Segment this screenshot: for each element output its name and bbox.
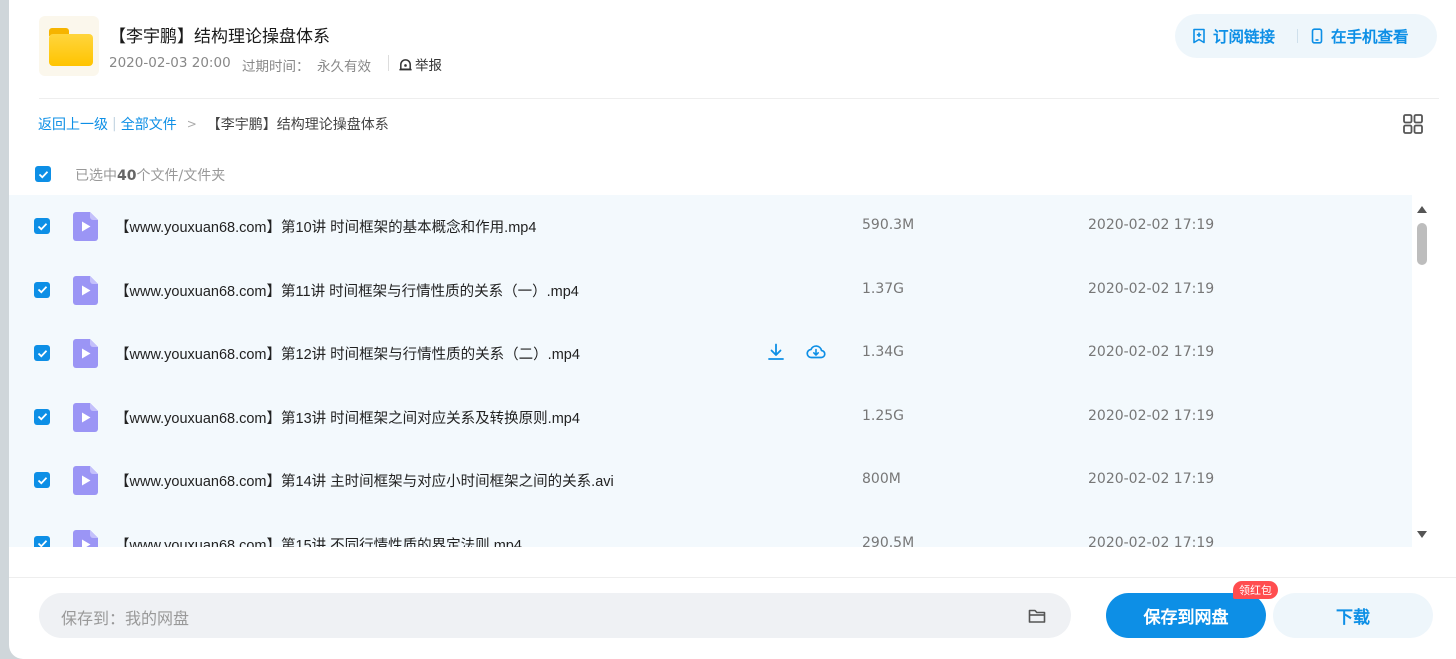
file-size: 800M: [862, 471, 901, 487]
subscribe-icon: [1193, 28, 1205, 44]
phone-icon: [1311, 28, 1323, 44]
file-checkbox[interactable]: [34, 408, 50, 425]
file-date: 2020-02-02 17:19: [1088, 471, 1215, 487]
checkmark-icon: [38, 170, 48, 178]
file-size: 590.3M: [862, 217, 915, 233]
share-panel: 【李宇鹏】结构理论操盘体系 2020-02-03 20:00 过期时间： 永久有…: [9, 0, 1456, 659]
grid-view-icon[interactable]: [1402, 113, 1424, 135]
save-to-cloud-icon[interactable]: [806, 342, 826, 362]
scrollbar-thumb[interactable]: [1417, 223, 1427, 265]
file-size: 290.5M: [862, 534, 915, 548]
file-date: 2020-02-02 17:19: [1088, 217, 1215, 233]
report-label: 举报: [415, 58, 442, 74]
file-size: 1.37G: [862, 280, 905, 297]
checkmark-icon: [37, 540, 47, 547]
selection-count: 已选中40个文件/文件夹: [75, 165, 225, 185]
video-file-icon: [73, 402, 98, 432]
header-divider: [39, 98, 1439, 99]
all-files-link[interactable]: 全部文件: [121, 114, 177, 134]
file-date: 2020-02-02 17:19: [1088, 407, 1215, 424]
subscribe-label: 订阅链接: [1213, 28, 1276, 46]
file-checkbox[interactable]: [34, 345, 50, 361]
share-date: 2020-02-03 20:00: [109, 55, 231, 71]
file-row[interactable]: 【www.youxuan68.com】第11讲 时间框架与行情性质的关系（一）.…: [9, 259, 1412, 323]
expire-label: 过期时间：: [242, 59, 310, 75]
file-name[interactable]: 【www.youxuan68.com】第13讲 时间框架之间对应关系及转换原则.…: [115, 407, 580, 428]
file-row[interactable]: 【www.youxuan68.com】第12讲 时间框架与行情性质的关系（二）.…: [9, 322, 1412, 386]
video-file-icon: [73, 212, 98, 241]
video-file-icon: [73, 466, 98, 495]
file-row[interactable]: 【www.youxuan68.com】第14讲 主时间框架与对应小时间框架之间的…: [9, 449, 1412, 513]
scroll-down-arrow-icon[interactable]: [1416, 530, 1428, 540]
save-path-label: 保存到：我的网盘: [61, 609, 190, 628]
video-file-icon: [73, 339, 98, 368]
file-date: 2020-02-02 17:19: [1088, 280, 1215, 297]
expire-value: 永久有效: [317, 59, 371, 75]
top-actions-divider: [1297, 29, 1298, 43]
file-size: 1.25G: [862, 407, 905, 424]
file-name[interactable]: 【www.youxuan68.com】第15讲 不同行情性质的界定法则.mp4: [115, 534, 522, 548]
file-checkbox[interactable]: [34, 535, 50, 547]
breadcrumb-current: 【李宇鹏】结构理论操盘体系: [206, 117, 389, 133]
mobile-label: 在手机查看: [1331, 28, 1409, 46]
file-name[interactable]: 【www.youxuan68.com】第11讲 时间框架与行情性质的关系（一）.…: [115, 280, 579, 301]
file-checkbox[interactable]: [34, 472, 50, 488]
folder-picker-icon[interactable]: [1027, 606, 1047, 626]
breadcrumb-separator: |: [112, 116, 117, 132]
file-row[interactable]: 【www.youxuan68.com】第13讲 时间框架之间对应关系及转换原则.…: [9, 386, 1412, 450]
video-file-icon: [73, 275, 98, 305]
file-name[interactable]: 【www.youxuan68.com】第10讲 时间框架的基本概念和作用.mp4: [115, 216, 536, 237]
meta-divider: [388, 55, 389, 71]
alarm-icon: [399, 58, 412, 70]
share-title: 【李宇鹏】结构理论操盘体系: [109, 27, 330, 47]
file-list[interactable]: 【www.youxuan68.com】第10讲 时间框架的基本概念和作用.mp4…: [9, 195, 1412, 547]
scroll-up-arrow-icon[interactable]: [1416, 204, 1428, 214]
video-file-icon: [73, 529, 98, 547]
download-icon[interactable]: [766, 342, 786, 362]
report-button[interactable]: 举报: [398, 54, 442, 74]
selection-prefix: 已选中: [75, 168, 117, 184]
file-date: 2020-02-02 17:19: [1088, 534, 1215, 548]
checkmark-icon: [37, 349, 47, 357]
file-name[interactable]: 【www.youxuan68.com】第12讲 时间框架与行情性质的关系（二）.…: [115, 343, 580, 364]
checkmark-icon: [37, 286, 47, 294]
checkmark-icon: [37, 222, 47, 230]
selection-number: 40: [117, 168, 137, 184]
download-button[interactable]: 下载: [1273, 593, 1433, 638]
select-all-checkbox[interactable]: [35, 166, 51, 182]
breadcrumb: 返回上一级 | 全部文件 > 【李宇鹏】结构理论操盘体系: [38, 114, 389, 134]
checkmark-icon: [37, 476, 47, 484]
red-packet-badge[interactable]: 领红包: [1233, 581, 1278, 599]
file-row[interactable]: 【www.youxuan68.com】第10讲 时间框架的基本概念和作用.mp4…: [9, 195, 1412, 259]
checkmark-icon: [37, 413, 47, 421]
file-size: 1.34G: [862, 344, 905, 360]
footer-divider: [9, 577, 1456, 578]
file-name[interactable]: 【www.youxuan68.com】第14讲 主时间框架与对应小时间框架之间的…: [115, 470, 614, 491]
view-on-mobile-button[interactable]: 在手机查看: [1309, 24, 1409, 48]
save-to-netdisk-button[interactable]: 保存到网盘: [1106, 593, 1266, 638]
breadcrumb-arrow: >: [186, 117, 197, 131]
file-row[interactable]: 【www.youxuan68.com】第15讲 不同行情性质的界定法则.mp4 …: [9, 513, 1412, 548]
selection-suffix: 个文件/文件夹: [136, 168, 226, 184]
top-actions: 订阅链接 在手机查看: [1175, 14, 1437, 58]
back-link[interactable]: 返回上一级: [38, 114, 108, 134]
file-date: 2020-02-02 17:19: [1088, 344, 1215, 360]
save-path-field[interactable]: 保存到：我的网盘: [39, 593, 1071, 638]
folder-icon: [39, 16, 99, 76]
file-checkbox[interactable]: [34, 218, 50, 234]
subscribe-link-button[interactable]: 订阅链接: [1191, 24, 1275, 48]
file-checkbox[interactable]: [34, 281, 50, 298]
